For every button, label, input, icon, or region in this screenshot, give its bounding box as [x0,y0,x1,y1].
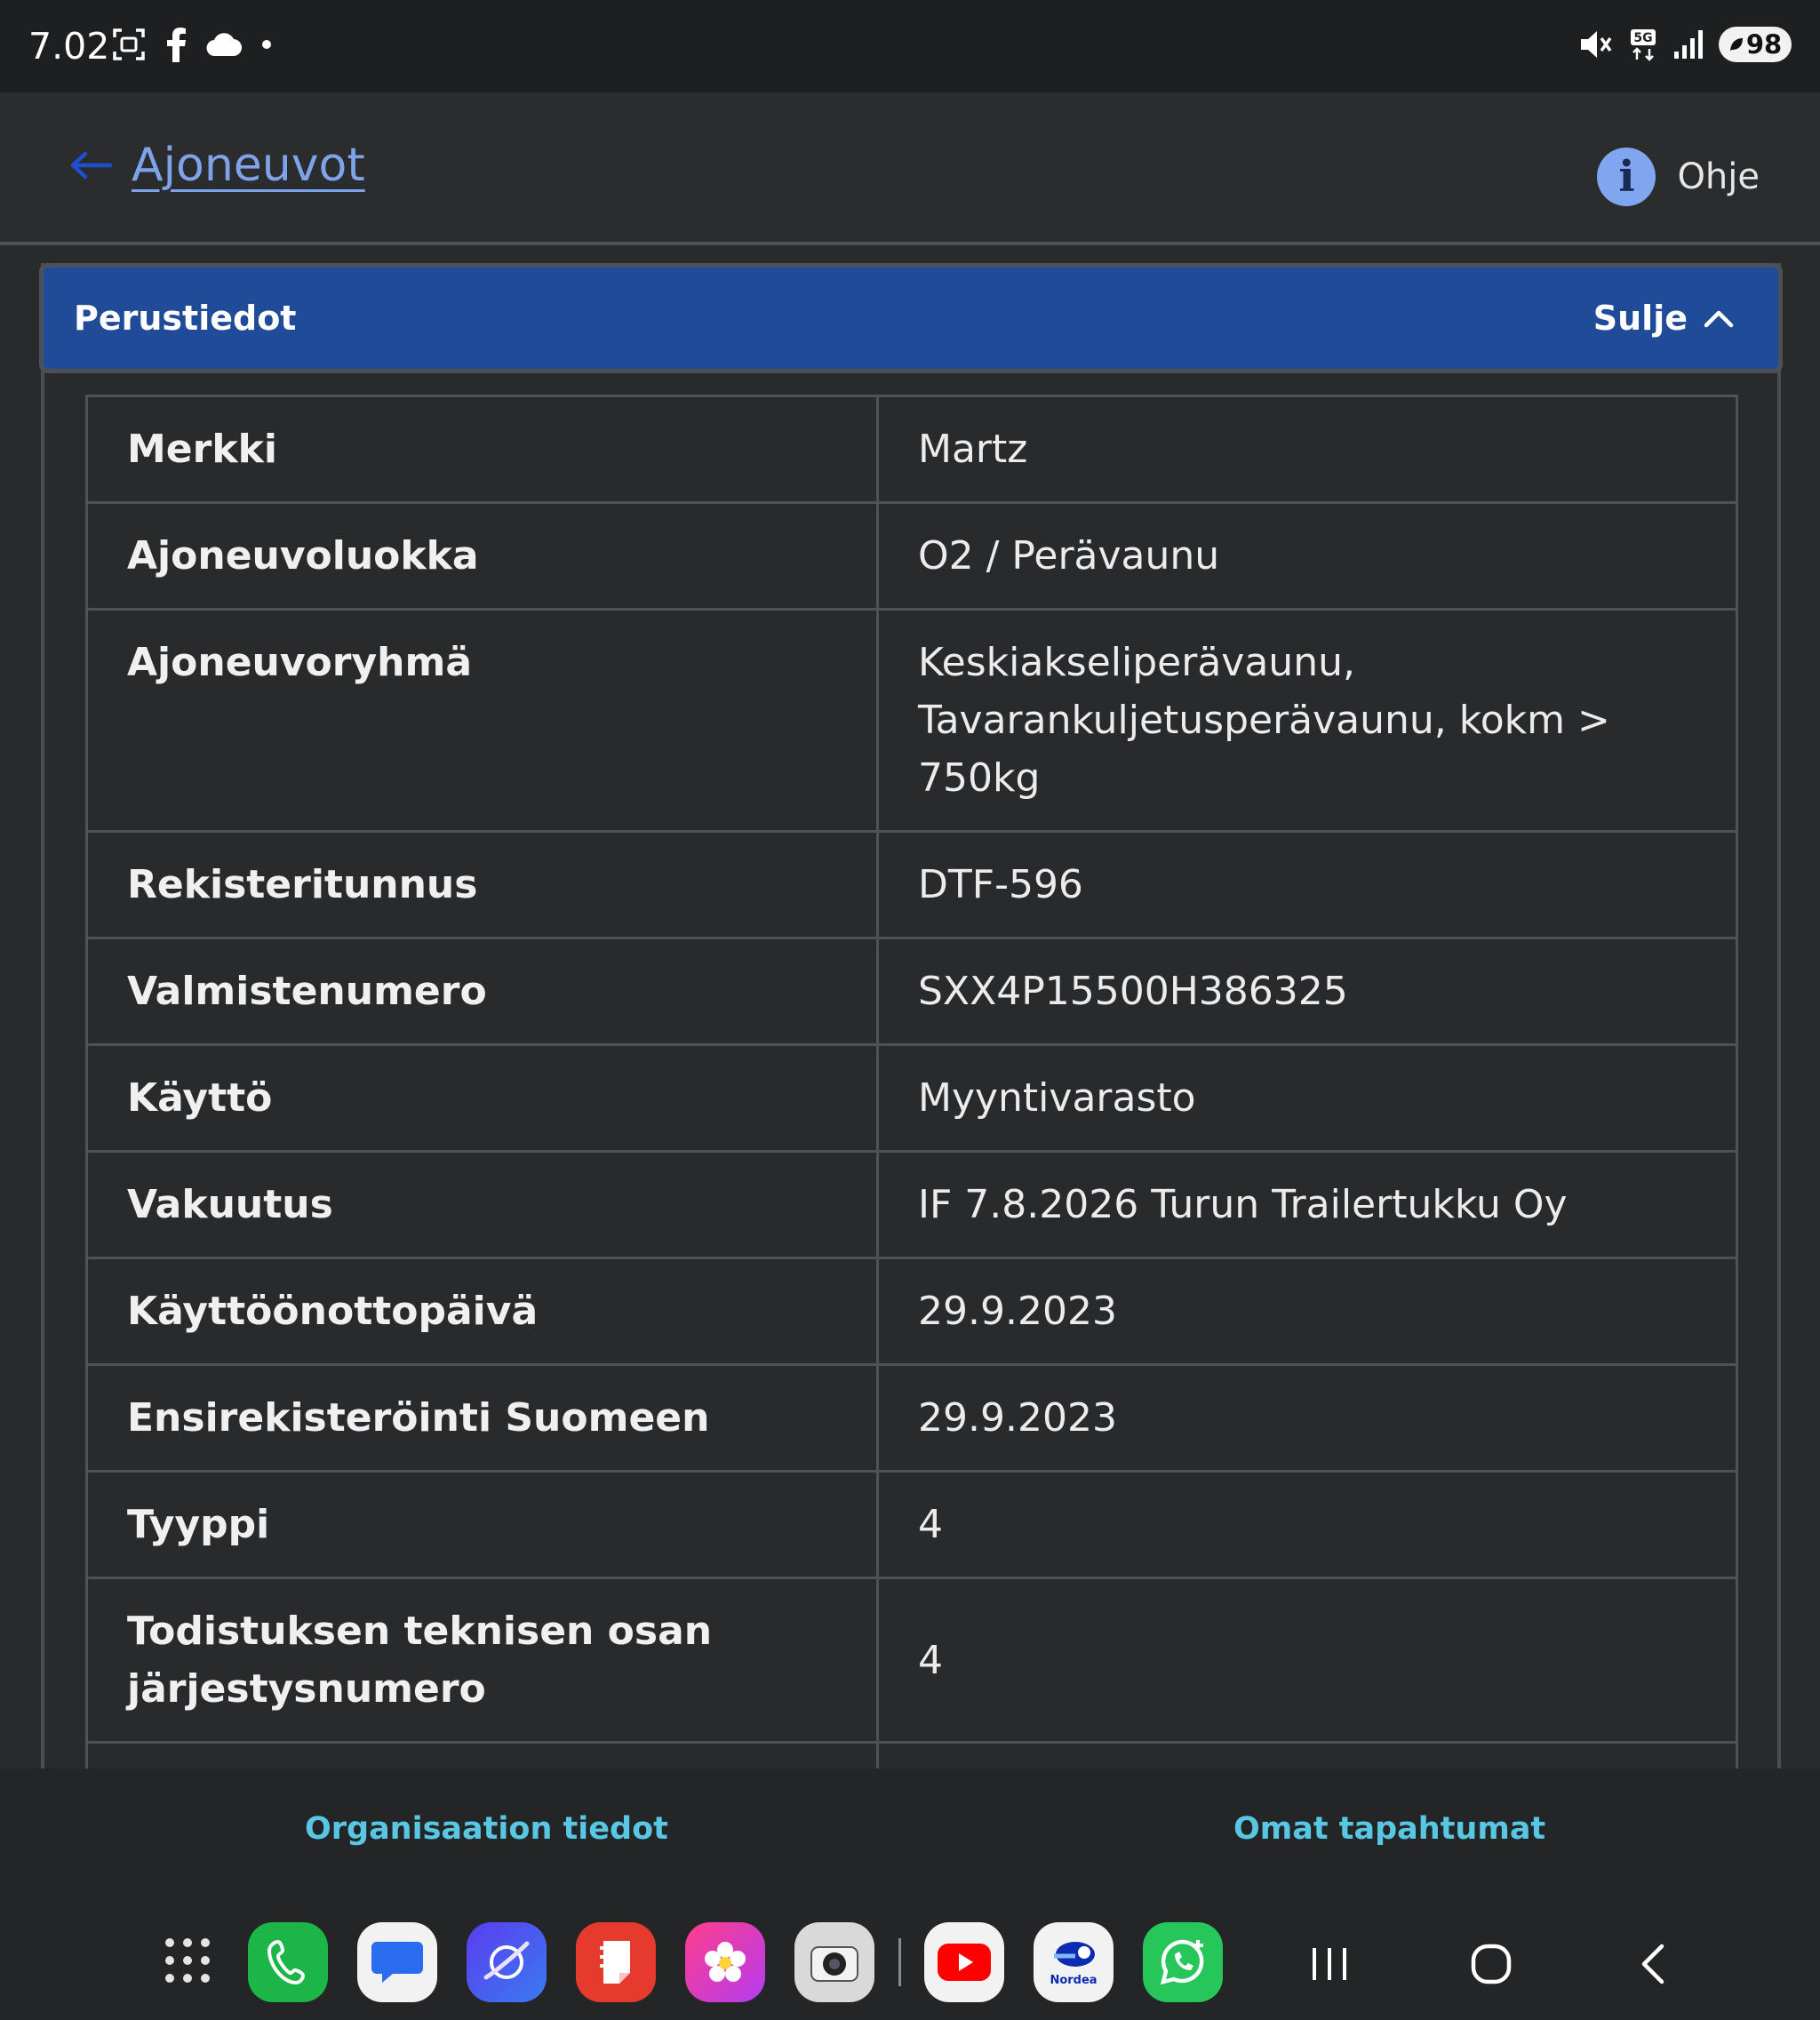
tab-own-events[interactable]: Omat tapahtumat [1233,1811,1545,1847]
back-nav-button[interactable] [1613,1924,1693,2004]
chevron-up-icon [1704,310,1734,328]
recent-apps-button[interactable] [1289,1924,1369,2004]
row-value: Martz [876,395,1738,504]
table-row: Todistuksen teknisen osan järjestysnumer… [85,1577,1738,1744]
back-link-label: Ajoneuvot [132,139,365,192]
home-button[interactable] [1451,1924,1531,2004]
close-label: Sulje [1592,299,1688,338]
section-title: Perustiedot [74,299,297,338]
row-value: O2 / Perävaunu [876,501,1738,611]
screenshot-icon [112,28,146,61]
table-row: Vakuutus IF 7.8.2026 Turun Trailertukku O… [85,1150,1738,1259]
leaf-icon [1729,38,1743,51]
table-row: Merkki Martz [85,395,1738,504]
app-drawer-icon[interactable] [165,1938,210,1983]
status-left-icons [112,27,272,62]
vehicle-info-table: Merkki Martz Ajoneuvoluokka O2 / Perävaunu A… [85,395,1738,1908]
row-label: Todistuksen teknisen osan järjestysnumer… [85,1577,879,1744]
row-label: Tyyppi [85,1470,879,1579]
tab-organisation-info[interactable]: Organisaation tiedot [305,1811,668,1847]
row-value: 4 [876,1577,1738,1744]
cloud-icon [206,32,242,57]
whatsapp-icon[interactable] [1143,1922,1223,2002]
table-row: Käyttö Myyntivarasto [85,1043,1738,1153]
help-label: Ohje [1677,156,1760,197]
row-value: Myyntivarasto [876,1043,1738,1153]
row-label: Valmistenumero [85,937,879,1046]
internet-icon[interactable] [467,1922,547,2002]
row-label: Ajoneuvoluokka [85,501,879,611]
facebook-icon [165,27,187,62]
phone-icon[interactable] [248,1922,328,2002]
row-value: 4 [876,1470,1738,1579]
row-label: Rekisteritunnus [85,830,879,939]
close-section-button[interactable]: Sulje [1593,299,1734,338]
row-label: Vakuutus [85,1150,879,1259]
table-row: Valmistenumero SXX4P15500H386325 [85,937,1738,1046]
status-bar: 7.02 5G 98 [0,0,1820,92]
accordion-header[interactable]: Perustiedot Sulje [39,263,1783,373]
arrow-left-icon [70,151,112,180]
basic-info-card: Perustiedot Sulje Merkki Martz Ajoneuvoluo… [39,263,1783,1908]
table-row: Käyttöönottopäivä 29.9.2023 [85,1257,1738,1366]
row-label: Ajoneuvoryhmä [85,608,879,833]
table-row: Tyyppi 4 [85,1470,1738,1579]
back-link[interactable]: Ajoneuvot [69,139,365,192]
row-value: SXX4P15500H386325 [876,937,1738,1046]
network-5g-icon: 5G [1628,28,1658,61]
table-row: Rekisteritunnus DTF-596 [85,830,1738,939]
row-value: 29.9.2023 [876,1257,1738,1366]
nordea-label: Nordea [1050,1973,1098,1987]
info-icon: i [1597,148,1656,206]
row-value: DTF-596 [876,830,1738,939]
signal-icon [1672,28,1704,60]
row-label: Ensirekisteröinti Suomeen [85,1363,879,1473]
svg-text:5G: 5G [1633,31,1652,45]
help-button[interactable]: i Ohje [1597,148,1760,206]
nordea-icon[interactable]: Nordea [1034,1922,1114,2002]
bottom-navigation: Organisaation tiedot Omat tapahtumat [0,1768,1820,1906]
status-right-icons: 5G 98 [1578,27,1792,62]
mute-icon [1578,28,1614,61]
youtube-icon[interactable] [924,1922,1004,2002]
notification-dot-icon [261,39,272,50]
dock-divider [898,1938,901,1986]
row-label: Käyttöönottopäivä [85,1257,879,1366]
messages-icon[interactable] [357,1922,437,2002]
battery-indicator: 98 [1719,27,1792,62]
notes-icon[interactable] [576,1922,656,2002]
row-label: Käyttö [85,1043,879,1153]
camera-icon[interactable] [794,1922,874,2002]
gallery-icon[interactable] [685,1922,765,2002]
taskbar: Nordea [0,1906,1820,2020]
row-label: Merkki [85,395,879,504]
table-row: Ajoneuvoryhmä Keskiakseliperävaunu, Tavar… [85,608,1738,833]
row-value: 29.9.2023 [876,1363,1738,1473]
table-row: Ajoneuvoluokka O2 / Perävaunu [85,501,1738,611]
battery-level: 98 [1745,29,1783,60]
table-row: Ensirekisteröinti Suomeen 29.9.2023 [85,1363,1738,1473]
app-header: Ajoneuvot i Ohje [0,92,1820,245]
status-time: 7.02 [28,25,110,68]
row-value: IF 7.8.2026 Turun Trailertukku Oy [876,1150,1738,1259]
row-value: Keskiakseliperävaunu, Tavarankuljetusper… [876,608,1738,833]
